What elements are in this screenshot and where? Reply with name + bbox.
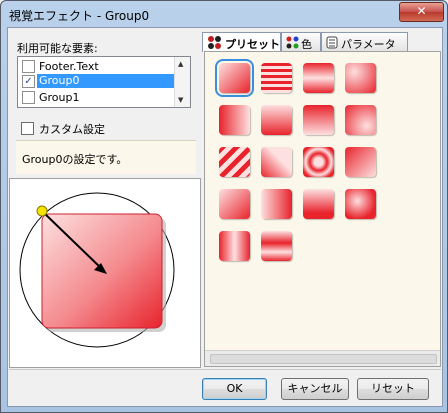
preset-swatch-5[interactable] [219,105,250,135]
preset-swatch-10[interactable] [261,147,292,177]
list-item-checkbox[interactable] [22,60,35,73]
preset-swatch-11[interactable] [303,147,334,177]
color-icon [286,36,299,49]
parameter-icon [326,36,338,49]
list-item-label: Group1 [39,91,80,104]
tab-color[interactable]: 色 [281,32,321,51]
preset-swatch-17[interactable] [219,231,250,261]
tab-label: プリセット [225,38,280,51]
dialog-client: 利用可能な要素: Footer.Text ✓ Group0 Group1 ▲ ▼ [7,27,443,407]
preset-swatch-8[interactable] [345,105,376,135]
preset-swatch-3[interactable] [303,63,334,93]
preset-swatch-1[interactable] [215,59,254,97]
preview-canvas [19,192,175,348]
preset-swatch-12[interactable] [345,147,376,177]
title-bar[interactable]: 視覚エフェクト - Group0 ✕ [1,1,447,27]
tab-label: パラメータ [341,38,396,51]
preset-swatch-4[interactable] [345,63,376,93]
preset-swatch-2[interactable] [261,63,292,93]
list-item-label: Group0 [37,74,177,88]
direction-handle [36,205,48,217]
effect-preview[interactable] [9,178,201,368]
tab-strip: プリセット 色 パラメータ [202,32,440,52]
ok-button[interactable]: OK [202,378,267,400]
preset-swatch-18[interactable] [261,231,292,261]
list-item-label: Footer.Text [39,60,99,73]
close-button[interactable]: ✕ [399,2,444,22]
preset-swatch-16[interactable] [345,189,376,219]
custom-setting-checkbox[interactable] [21,122,34,135]
description-box: Group0の設定です。 [16,140,196,174]
preset-swatch-14[interactable] [261,189,292,219]
available-elements-label: 利用可能な要素: [17,42,98,55]
scrollbar-thumb[interactable] [210,354,437,364]
element-list[interactable]: Footer.Text ✓ Group0 Group1 ▲ ▼ [17,56,191,108]
list-item-checkbox[interactable]: ✓ [22,75,35,88]
reset-button[interactable]: リセット [357,378,429,400]
preset-icon [208,36,221,49]
list-item-group0[interactable]: ✓ Group0 [20,74,177,89]
scroll-up-icon[interactable]: ▲ [178,60,183,68]
list-item-footer-text[interactable]: Footer.Text [20,59,175,74]
tab-preset[interactable]: プリセット [202,32,281,52]
cancel-button[interactable]: キャンセル [281,378,349,400]
element-panel: 利用可能な要素: Footer.Text ✓ Group0 Group1 ▲ ▼ [9,30,199,175]
window-title: 視覚エフェクト - Group0 [9,9,150,23]
list-scrollbar[interactable]: ▲ ▼ [174,57,190,107]
custom-setting-label: カスタム設定 [39,123,105,136]
preset-swatch-9[interactable] [219,147,250,177]
description-text: Group0の設定です。 [22,153,128,166]
preset-swatch-15[interactable] [303,189,334,219]
preset-swatch-6[interactable] [261,105,292,135]
button-separator [9,369,441,370]
preset-swatch-13[interactable] [219,189,250,219]
tab-parameter[interactable]: パラメータ [321,32,408,51]
preset-panel [204,51,441,367]
list-item-checkbox[interactable] [22,91,35,104]
preset-swatch-7[interactable] [303,105,334,135]
scroll-down-icon[interactable]: ▼ [178,96,183,104]
dialog-window: 視覚エフェクト - Group0 ✕ 利用可能な要素: Footer.Text … [0,0,448,413]
preset-scrollbar[interactable] [205,350,440,366]
tab-label: 色 [301,38,312,51]
list-item-group1[interactable]: Group1 [20,90,175,105]
